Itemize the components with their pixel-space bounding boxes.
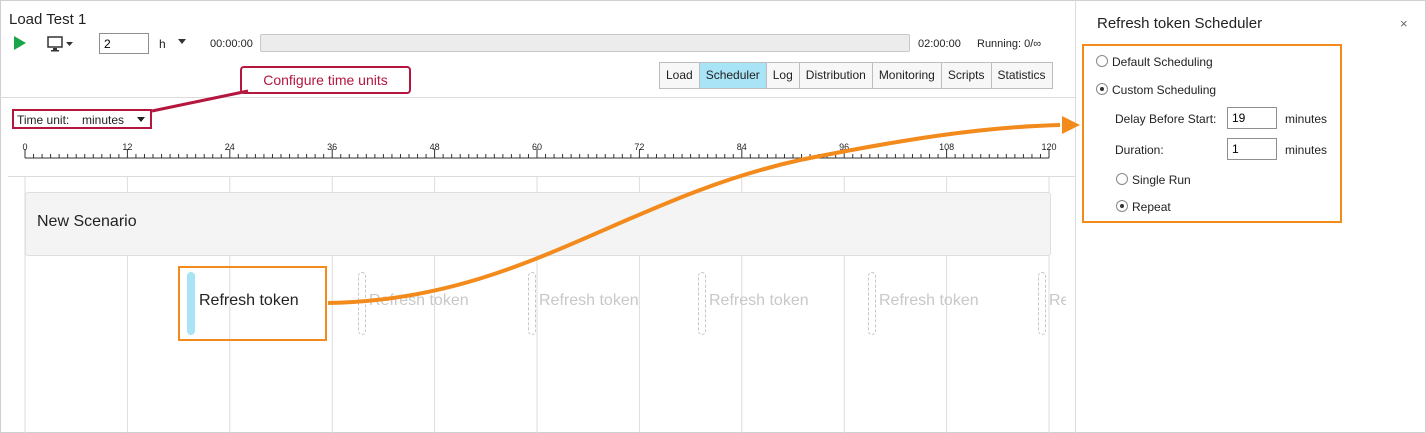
radio-custom-scheduling[interactable] [1096,83,1108,95]
custom-scheduling-label: Custom Scheduling [1112,83,1217,97]
timeline-area: Refresh token Refresh token Refresh token R… [0,0,1066,433]
ghost-task-label: Re [1049,292,1066,309]
panel-divider [1075,0,1076,433]
ghost-task-bar [528,272,536,335]
radio-repeat[interactable] [1116,200,1128,212]
ghost-task-bar [698,272,706,335]
ghost-task-label: Refresh token [369,292,469,309]
ghost-task-label: Refresh token [709,292,809,309]
task-highlight [178,266,327,341]
options-highlight [1082,44,1342,223]
repeat-label: Repeat [1132,200,1171,214]
ghost-task-bar [1038,272,1046,335]
ghost-task-bar [868,272,876,335]
ghost-task-bar [358,272,366,335]
panel-title: Refresh token Scheduler [1097,15,1263,32]
delay-input[interactable] [1227,107,1277,129]
ghost-task-label: Refresh token [539,292,639,309]
close-icon[interactable]: × [1400,16,1408,31]
duration-unit: minutes [1285,143,1328,157]
duration-panel-input[interactable] [1227,138,1277,160]
radio-default-scheduling[interactable] [1096,55,1108,67]
duration-label: Duration: [1115,143,1164,157]
single-run-label: Single Run [1132,173,1191,187]
default-scheduling-label: Default Scheduling [1112,55,1213,69]
delay-unit: minutes [1285,112,1328,126]
ghost-task-label: Refresh token [879,292,979,309]
radio-single-run[interactable] [1116,173,1128,185]
delay-label: Delay Before Start: [1115,112,1217,126]
callout-configure-time-units: Configure time units [240,66,411,94]
